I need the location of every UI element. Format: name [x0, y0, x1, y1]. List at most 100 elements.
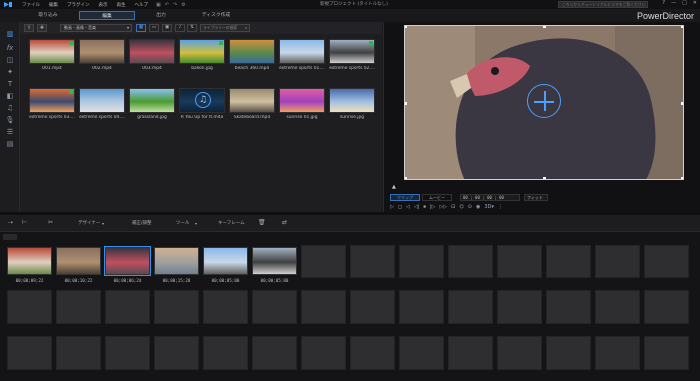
trim-icon[interactable]: ⊢: [22, 219, 27, 226]
storyboard-empty-slot[interactable]: [644, 245, 689, 278]
delete-icon[interactable]: 🗑: [258, 219, 266, 226]
storyboard-empty-slot[interactable]: [497, 290, 542, 324]
menu-edit[interactable]: 編集: [49, 2, 58, 8]
resize-handle[interactable]: [543, 177, 546, 179]
media-room-icon[interactable]: ▥: [5, 30, 15, 39]
storyboard-empty-slot[interactable]: [595, 336, 640, 370]
storyboard-empty-slot[interactable]: [497, 336, 542, 370]
zoom-fit-select[interactable]: フィット: [524, 194, 548, 201]
3d-mode-icon[interactable]: 3D▾: [484, 204, 494, 210]
storyboard-clip[interactable]: 00;00;10;22: [56, 247, 101, 283]
camera-icon[interactable]: ◉: [476, 204, 480, 210]
media-item[interactable]: grassland.jpg: [129, 88, 175, 120]
storyboard-empty-slot[interactable]: [301, 290, 346, 324]
storyboard-empty-slot[interactable]: [350, 290, 395, 324]
subtitle-room-icon[interactable]: ▤: [5, 140, 15, 149]
audio-mixing-icon[interactable]: ♫: [5, 104, 15, 113]
storyboard-empty-slot[interactable]: [644, 290, 689, 324]
correct-enhance-button[interactable]: 補正/調整: [132, 220, 152, 226]
view-video-icon[interactable]: ▭: [149, 24, 159, 32]
tab-disc[interactable]: ディスク作成: [188, 11, 244, 20]
media-item[interactable]: sunrise.jpg: [329, 88, 375, 120]
resize-handle[interactable]: [681, 102, 683, 105]
menu-view[interactable]: 表示: [99, 2, 108, 8]
media-item[interactable]: beach 360.mp4: [229, 39, 275, 71]
storyboard-empty-slot[interactable]: [350, 245, 395, 278]
storyboard-empty-slot[interactable]: [448, 245, 493, 278]
play-icon[interactable]: ▷: [390, 204, 394, 210]
media-item[interactable]: extreme sports 01....: [279, 39, 325, 71]
storyboard-clip[interactable]: 00;00;05;00: [203, 247, 248, 283]
tab-produce[interactable]: 出力: [133, 11, 189, 20]
media-item[interactable]: 002.mp4: [79, 39, 125, 71]
title-room-icon[interactable]: T: [5, 80, 15, 89]
storyboard-clip[interactable]: 00;00;15;28: [154, 247, 199, 283]
storyboard-empty-slot[interactable]: [56, 336, 101, 370]
mark-in-icon[interactable]: ◁|: [414, 204, 420, 210]
link-icon[interactable]: ⇢: [8, 219, 13, 226]
import-icon[interactable]: ⇪: [24, 24, 34, 32]
storyboard-empty-slot[interactable]: [546, 245, 591, 278]
media-item[interactable]: Skateboard.mp4: [229, 88, 275, 120]
redo-icon[interactable]: ↷: [173, 2, 177, 8]
media-item[interactable]: 003.mp4: [129, 39, 175, 71]
media-item[interactable]: 001.mp4: [29, 39, 75, 71]
storyboard-clip[interactable]: 00;00;09;22: [7, 247, 52, 283]
library-filter-dropdown[interactable]: 動画・画像・音楽 ▾: [60, 24, 132, 32]
media-item[interactable]: sunrise 01.jpg: [279, 88, 325, 120]
resize-handle[interactable]: [543, 26, 546, 28]
storyboard-empty-slot[interactable]: [154, 290, 199, 324]
sort-icon[interactable]: ⇅: [187, 24, 197, 32]
resize-handle[interactable]: [681, 177, 683, 179]
mark-out-icon[interactable]: |▷: [430, 204, 436, 210]
particle-room-icon[interactable]: ✦: [5, 68, 15, 77]
pip-room-icon[interactable]: ◫: [5, 56, 15, 65]
storyboard-clip[interactable]: 00;00;06;24: [104, 246, 151, 283]
menu-playback[interactable]: 再生: [117, 2, 126, 8]
storyboard-empty-slot[interactable]: [595, 245, 640, 278]
menu-file[interactable]: ファイル: [22, 2, 40, 8]
resize-handle[interactable]: [405, 177, 407, 179]
keyframe-button[interactable]: キーフレーム: [218, 220, 245, 226]
voiceover-icon[interactable]: 🎙: [5, 116, 15, 125]
maximize-button[interactable]: □: [682, 0, 687, 6]
tools-menu[interactable]: ツール: [176, 220, 190, 226]
storyboard-empty-slot[interactable]: [595, 290, 640, 324]
preview-video[interactable]: [404, 25, 684, 180]
storyboard-empty-slot[interactable]: [546, 290, 591, 324]
storyboard-empty-slot[interactable]: [203, 336, 248, 370]
storyboard-empty-slot[interactable]: [350, 336, 395, 370]
storyboard-empty-slot[interactable]: [301, 336, 346, 370]
storyboard-empty-slot[interactable]: [7, 290, 52, 324]
timeline-view-icon[interactable]: ⇄: [282, 219, 287, 226]
tab-edit[interactable]: 編集: [79, 11, 135, 20]
minimize-button[interactable]: —: [671, 0, 676, 6]
settings-icon[interactable]: ⚙: [181, 2, 185, 8]
resize-handle[interactable]: [405, 26, 407, 28]
media-item[interactable]: extreme sports 02....: [329, 39, 375, 71]
storyboard-empty-slot[interactable]: [105, 290, 150, 324]
fx-room-icon[interactable]: fx: [5, 44, 15, 53]
media-item[interactable]: ♫ R You Up for It.m4a: [179, 88, 225, 120]
menu-plugin[interactable]: プラグイン: [67, 2, 90, 8]
storyboard-empty-slot[interactable]: [399, 245, 444, 278]
storyboard-empty-slot[interactable]: [644, 336, 689, 370]
volume-icon[interactable]: ⌬: [459, 204, 463, 210]
storyboard-empty-slot[interactable]: [301, 245, 346, 278]
storyboard-empty-slot[interactable]: [448, 336, 493, 370]
cut-icon[interactable]: ✂: [48, 219, 53, 226]
designer-menu[interactable]: デザイナー: [78, 220, 100, 226]
position-crosshair-icon[interactable]: [527, 84, 561, 118]
fast-forward-icon[interactable]: ▷▷: [439, 204, 447, 210]
chapter-room-icon[interactable]: ☰: [5, 128, 15, 137]
stop-icon[interactable]: ◻: [398, 204, 402, 210]
storyboard-clip[interactable]: 00;00;05;00: [252, 247, 297, 283]
resize-handle[interactable]: [405, 102, 407, 105]
storyboard-empty-slot[interactable]: [105, 336, 150, 370]
help-search-input[interactable]: こちらからチュートリアルビデオをご覧ください: [558, 1, 648, 8]
media-item[interactable]: ballon.jpg: [179, 39, 225, 71]
tab-capture[interactable]: 取り込み: [20, 11, 76, 20]
resize-handle[interactable]: [681, 26, 683, 28]
close-button[interactable]: ✕: [693, 0, 697, 6]
more-options-icon[interactable]: ⋮: [498, 204, 503, 210]
